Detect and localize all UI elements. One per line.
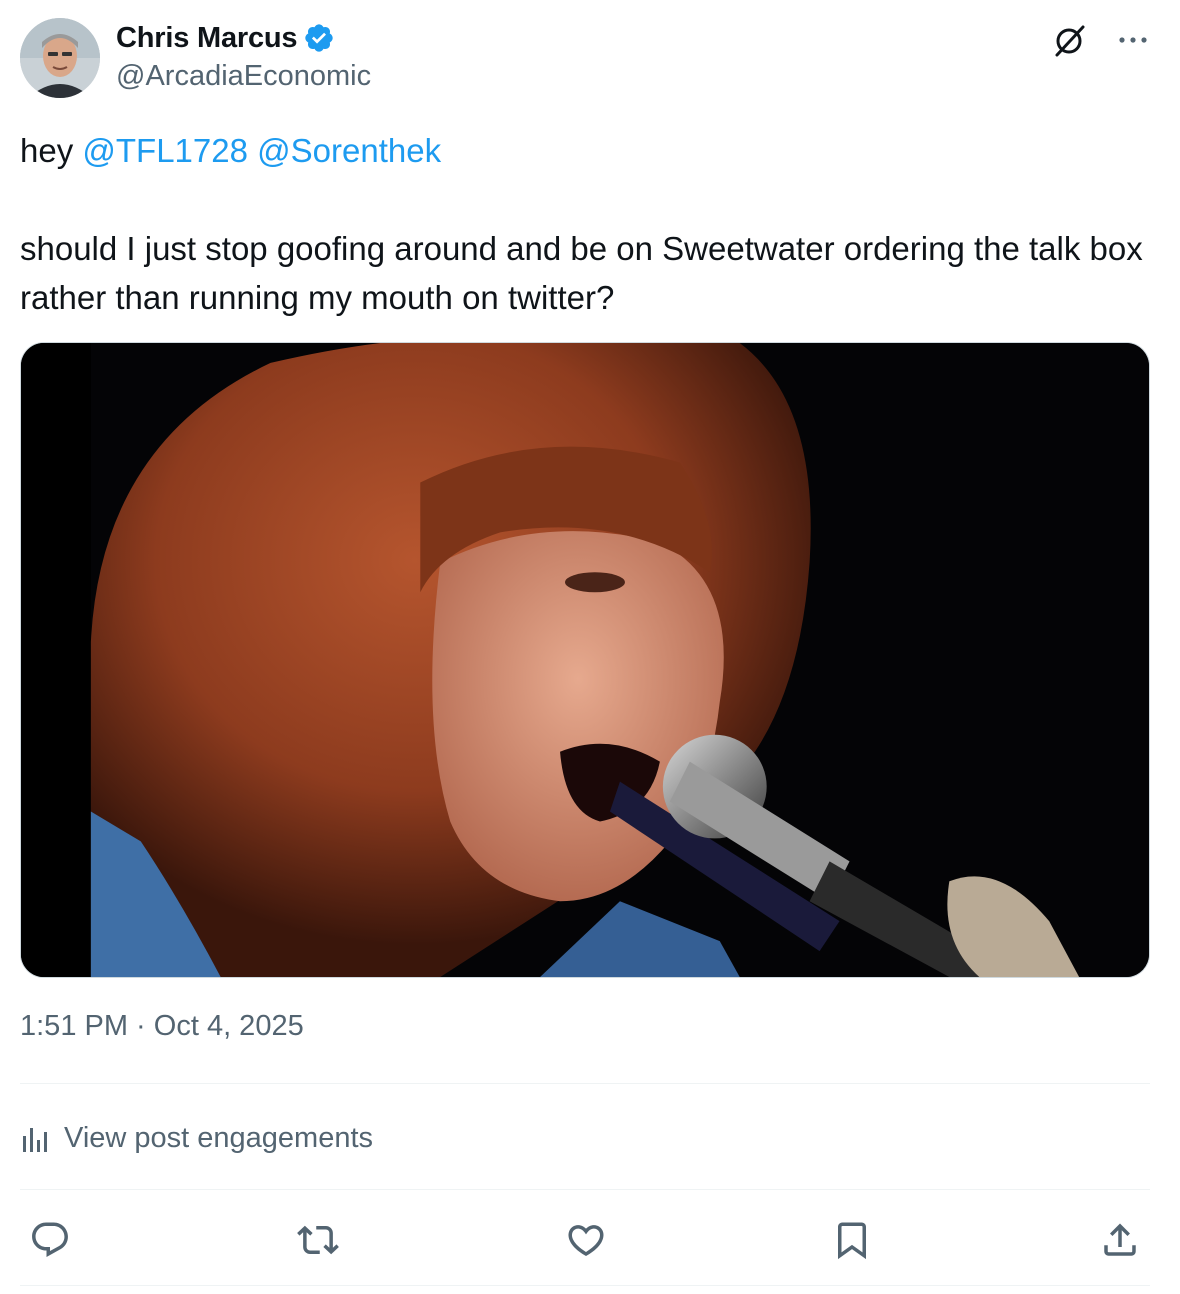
share-button[interactable] <box>1092 1212 1148 1268</box>
display-name[interactable]: Chris Marcus <box>116 22 298 55</box>
grok-icon[interactable] <box>1052 22 1088 58</box>
bookmark-icon <box>838 1222 866 1260</box>
bookmark-button[interactable] <box>824 1212 880 1268</box>
avatar[interactable] <box>20 18 100 98</box>
greeting-text: hey <box>20 132 83 169</box>
retweet-icon <box>297 1225 339 1255</box>
tweet-text: hey @TFL1728 @Sorenthek should I just st… <box>20 126 1160 322</box>
divider <box>20 1083 1150 1084</box>
handle[interactable]: @ArcadiaEconomic <box>116 60 371 93</box>
tweet-header: Chris Marcus @ArcadiaEconomic <box>20 18 1150 98</box>
tweet-media-image[interactable] <box>20 342 1150 978</box>
author-names: Chris Marcus @ArcadiaEconomic <box>116 20 371 93</box>
view-engagements-label: View post engagements <box>64 1121 374 1154</box>
like-button[interactable] <box>558 1212 614 1268</box>
verified-badge-icon[interactable] <box>303 22 335 54</box>
tweet-body: should I just stop goofing around and be… <box>20 230 1143 316</box>
reply-icon <box>32 1222 68 1257</box>
view-engagements-link[interactable]: View post engagements <box>20 1116 373 1160</box>
mention-link[interactable]: @Sorenthek <box>257 132 441 169</box>
retweet-button[interactable] <box>290 1212 346 1268</box>
reply-button[interactable] <box>22 1212 78 1268</box>
action-bar <box>20 1212 1150 1268</box>
mention-link[interactable]: @TFL1728 <box>82 132 248 169</box>
tweet-greeting-line: hey @TFL1728 @Sorenthek <box>20 126 1160 175</box>
heart-icon <box>568 1225 604 1257</box>
divider <box>20 1285 1150 1286</box>
analytics-bars-icon <box>23 1128 47 1152</box>
share-icon <box>1104 1223 1136 1256</box>
divider <box>20 1189 1150 1190</box>
tweet-timestamp[interactable]: 1:51 PM · Oct 4, 2025 <box>20 1010 304 1043</box>
more-options-icon[interactable] <box>1116 26 1150 54</box>
